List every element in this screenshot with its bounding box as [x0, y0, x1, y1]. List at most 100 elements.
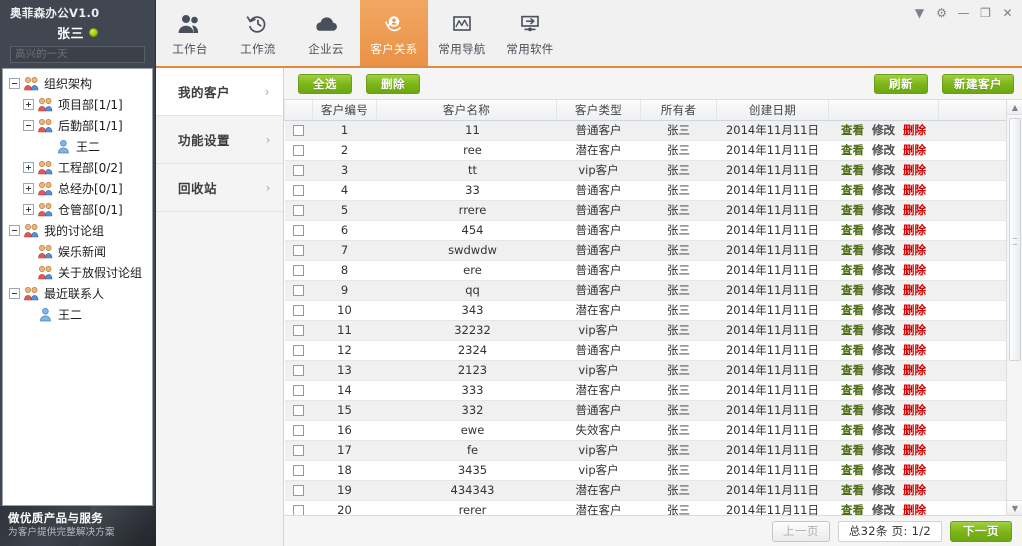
row-checkbox-cell[interactable]: [284, 280, 313, 301]
row-checkbox-cell[interactable]: [284, 500, 313, 515]
row-checkbox[interactable]: [293, 325, 304, 336]
tree-node[interactable]: 关于放假讨论组: [3, 262, 152, 283]
row-checkbox-cell[interactable]: [284, 140, 313, 161]
row-checkbox[interactable]: [293, 365, 304, 376]
tree-node[interactable]: 组织架构: [3, 73, 152, 94]
tree-node[interactable]: 最近联系人: [3, 283, 152, 304]
row-view-link[interactable]: 查看: [841, 142, 864, 158]
table-row[interactable]: 1 11 普通客户 张三 2014年11月11日 查看 修改 删除: [284, 120, 1022, 141]
next-page-button[interactable]: 下一页: [950, 520, 1012, 542]
table-row[interactable]: 19 434343 潜在客户 张三 2014年11月11日 查看 修改 删除: [284, 480, 1022, 501]
row-view-link[interactable]: 查看: [841, 442, 864, 458]
row-checkbox[interactable]: [293, 245, 304, 256]
row-checkbox-cell[interactable]: [284, 420, 313, 441]
row-view-link[interactable]: 查看: [841, 342, 864, 358]
expand-icon[interactable]: [23, 204, 34, 215]
row-checkbox-cell[interactable]: [284, 240, 313, 261]
row-checkbox-cell[interactable]: [284, 160, 313, 181]
toolbar-item-0[interactable]: 工作台: [156, 0, 224, 66]
nav-item-0[interactable]: 我的客户 ›: [156, 68, 283, 116]
refresh-button[interactable]: 刷新: [874, 73, 928, 94]
select-all-button[interactable]: 全选: [298, 73, 352, 94]
row-checkbox[interactable]: [293, 165, 304, 176]
toolbar-item-2[interactable]: 企业云: [292, 0, 360, 66]
vertical-scrollbar[interactable]: ▲ ▼: [1006, 100, 1022, 515]
row-checkbox-cell[interactable]: [284, 220, 313, 241]
table-row[interactable]: 8 ere 普通客户 张三 2014年11月11日 查看 修改 删除: [284, 260, 1022, 281]
row-view-link[interactable]: 查看: [841, 242, 864, 258]
row-delete-link[interactable]: 删除: [903, 262, 926, 278]
tree-node[interactable]: 王二: [3, 304, 152, 325]
row-delete-link[interactable]: 删除: [903, 202, 926, 218]
expand-icon[interactable]: [23, 99, 34, 110]
collapse-icon[interactable]: ▼: [913, 6, 926, 20]
row-view-link[interactable]: 查看: [841, 462, 864, 478]
row-edit-link[interactable]: 修改: [872, 422, 895, 438]
row-delete-link[interactable]: 删除: [903, 342, 926, 358]
row-edit-link[interactable]: 修改: [872, 462, 895, 478]
row-checkbox-cell[interactable]: [284, 400, 313, 421]
row-checkbox-cell[interactable]: [284, 480, 313, 501]
collapse-icon[interactable]: [23, 120, 34, 131]
close-icon[interactable]: ✕: [1001, 6, 1014, 20]
row-delete-link[interactable]: 删除: [903, 502, 926, 515]
table-row[interactable]: 16 ewe 失效客户 张三 2014年11月11日 查看 修改 删除: [284, 420, 1022, 441]
table-row[interactable]: 11 32232 vip客户 张三 2014年11月11日 查看 修改 删除: [284, 320, 1022, 341]
row-checkbox[interactable]: [293, 405, 304, 416]
row-delete-link[interactable]: 删除: [903, 282, 926, 298]
row-delete-link[interactable]: 删除: [903, 482, 926, 498]
table-row[interactable]: 13 2123 vip客户 张三 2014年11月11日 查看 修改 删除: [284, 360, 1022, 381]
tree-node[interactable]: 仓管部[0/1]: [3, 199, 152, 220]
tree-node[interactable]: 娱乐新闻: [3, 241, 152, 262]
table-row[interactable]: 9 qq 普通客户 张三 2014年11月11日 查看 修改 删除: [284, 280, 1022, 301]
row-view-link[interactable]: 查看: [841, 262, 864, 278]
row-edit-link[interactable]: 修改: [872, 262, 895, 278]
row-view-link[interactable]: 查看: [841, 502, 864, 515]
expand-icon[interactable]: [23, 162, 34, 173]
row-edit-link[interactable]: 修改: [872, 202, 895, 218]
row-delete-link[interactable]: 删除: [903, 242, 926, 258]
tree-node[interactable]: 后勤部[1/1]: [3, 115, 152, 136]
row-checkbox-cell[interactable]: [284, 260, 313, 281]
tree-node[interactable]: 王二: [3, 136, 152, 157]
toolbar-item-4[interactable]: 常用导航: [428, 0, 496, 66]
row-checkbox-cell[interactable]: [284, 200, 313, 221]
row-view-link[interactable]: 查看: [841, 222, 864, 238]
row-delete-link[interactable]: 删除: [903, 222, 926, 238]
row-edit-link[interactable]: 修改: [872, 242, 895, 258]
column-header-0[interactable]: [284, 100, 313, 121]
table-row[interactable]: 12 2324 普通客户 张三 2014年11月11日 查看 修改 删除: [284, 340, 1022, 361]
column-header-3[interactable]: 客户类型: [556, 100, 641, 121]
row-delete-link[interactable]: 删除: [903, 162, 926, 178]
row-view-link[interactable]: 查看: [841, 162, 864, 178]
toolbar-item-3[interactable]: 客户关系: [360, 0, 428, 66]
minimize-icon[interactable]: —: [957, 6, 970, 20]
row-checkbox-cell[interactable]: [284, 300, 313, 321]
maximize-icon[interactable]: ❐: [979, 6, 992, 20]
row-checkbox-cell[interactable]: [284, 460, 313, 481]
row-delete-link[interactable]: 删除: [903, 362, 926, 378]
row-edit-link[interactable]: 修改: [872, 382, 895, 398]
scroll-down-arrow-icon[interactable]: ▼: [1007, 500, 1022, 515]
row-delete-link[interactable]: 删除: [903, 302, 926, 318]
row-edit-link[interactable]: 修改: [872, 182, 895, 198]
row-delete-link[interactable]: 删除: [903, 462, 926, 478]
row-checkbox[interactable]: [293, 345, 304, 356]
row-checkbox[interactable]: [293, 185, 304, 196]
row-checkbox-cell[interactable]: [284, 340, 313, 361]
tree-node[interactable]: 总经办[0/1]: [3, 178, 152, 199]
row-edit-link[interactable]: 修改: [872, 162, 895, 178]
row-delete-link[interactable]: 删除: [903, 182, 926, 198]
row-edit-link[interactable]: 修改: [872, 502, 895, 515]
row-checkbox[interactable]: [293, 145, 304, 156]
row-edit-link[interactable]: 修改: [872, 442, 895, 458]
row-delete-link[interactable]: 删除: [903, 382, 926, 398]
row-checkbox[interactable]: [293, 425, 304, 436]
collapse-icon[interactable]: [9, 225, 20, 236]
row-view-link[interactable]: 查看: [841, 382, 864, 398]
table-row[interactable]: 6 454 普通客户 张三 2014年11月11日 查看 修改 删除: [284, 220, 1022, 241]
nav-item-1[interactable]: 功能设置 ›: [156, 116, 283, 164]
nav-item-2[interactable]: 回收站 ›: [156, 164, 283, 212]
row-view-link[interactable]: 查看: [841, 362, 864, 378]
row-view-link[interactable]: 查看: [841, 182, 864, 198]
